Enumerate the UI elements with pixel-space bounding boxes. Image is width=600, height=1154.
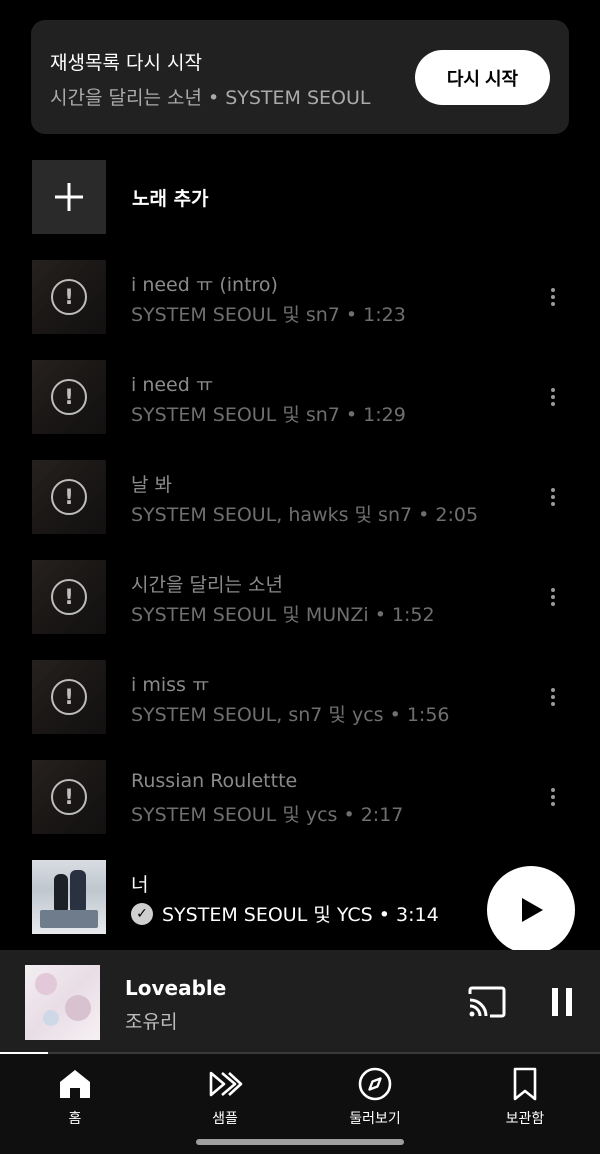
- song-title: i miss ㅠ: [131, 674, 210, 696]
- error-icon: !: [51, 579, 87, 615]
- mini-player-title: Loveable: [125, 976, 227, 1000]
- error-icon: !: [51, 379, 87, 415]
- add-song-label: 노래 추가: [132, 188, 209, 210]
- pause-icon[interactable]: [548, 986, 576, 1018]
- song-subtitle: SYSTEM SEOUL 및 sn7 • 1:29: [131, 404, 406, 426]
- home-icon: [60, 1070, 90, 1098]
- song-row[interactable]: 너 ✓ SYSTEM SEOUL 및 YCS • 3:14: [32, 860, 568, 934]
- song-row[interactable]: ! i need ㅠ SYSTEM SEOUL 및 sn7 • 1:29: [32, 360, 568, 434]
- mini-player-artist: 조유리: [125, 1011, 178, 1033]
- error-icon: !: [51, 479, 87, 515]
- nav-library[interactable]: 보관함: [450, 1066, 600, 1136]
- song-title: 시간을 달리는 소년: [131, 574, 283, 596]
- banner-title: 재생목록 다시 시작: [50, 52, 202, 74]
- song-title: 너: [131, 874, 149, 896]
- play-button[interactable]: [487, 866, 575, 954]
- song-subtitle: SYSTEM SEOUL 및 sn7 • 1:23: [131, 304, 406, 326]
- song-title: i need ㅠ: [131, 374, 214, 396]
- song-thumbnail: !: [32, 260, 106, 334]
- nav-home-label: 홈: [68, 1111, 82, 1127]
- more-options-icon[interactable]: [538, 282, 568, 312]
- song-thumbnail: [32, 860, 106, 934]
- nav-samples-label: 샘플: [212, 1111, 238, 1127]
- nav-explore-label: 둘러보기: [349, 1111, 401, 1127]
- check-badge-icon: ✓: [131, 902, 153, 925]
- nav-home[interactable]: 홈: [0, 1066, 150, 1136]
- song-thumbnail: !: [32, 460, 106, 534]
- song-row[interactable]: ! i miss ㅠ SYSTEM SEOUL, sn7 및 ycs • 1:5…: [32, 660, 568, 734]
- nav-library-label: 보관함: [505, 1111, 545, 1127]
- song-subtitle-text: SYSTEM SEOUL 및 YCS • 3:14: [162, 904, 439, 926]
- add-song-row[interactable]: 노래 추가: [32, 160, 568, 234]
- more-options-icon[interactable]: [538, 382, 568, 412]
- more-options-icon[interactable]: [538, 682, 568, 712]
- song-row[interactable]: ! Russian Roulettte SYSTEM SEOUL 및 ycs •…: [32, 760, 568, 834]
- restart-playlist-banner: 재생목록 다시 시작 시간을 달리는 소년 • SYSTEM SEOUL 다시 …: [31, 20, 569, 134]
- more-options-icon[interactable]: [538, 782, 568, 812]
- banner-subtitle: 시간을 달리는 소년 • SYSTEM SEOUL: [50, 87, 371, 109]
- song-subtitle: ✓ SYSTEM SEOUL 및 YCS • 3:14: [131, 900, 439, 927]
- error-icon: !: [51, 679, 87, 715]
- error-icon: !: [51, 279, 87, 315]
- song-title: Russian Roulettte: [131, 770, 298, 792]
- song-thumbnail: !: [32, 660, 106, 734]
- song-row[interactable]: ! 날 봐 SYSTEM SEOUL, hawks 및 sn7 • 2:05: [32, 460, 568, 534]
- song-subtitle: SYSTEM SEOUL, hawks 및 sn7 • 2:05: [131, 504, 479, 526]
- song-title: i need ㅠ (intro): [131, 274, 278, 296]
- system-home-indicator[interactable]: [196, 1139, 404, 1145]
- samples-icon: [209, 1071, 243, 1097]
- song-thumbnail: !: [32, 360, 106, 434]
- nav-samples[interactable]: 샘플: [150, 1066, 300, 1136]
- cast-icon[interactable]: [468, 986, 506, 1018]
- song-subtitle: SYSTEM SEOUL, sn7 및 ycs • 1:56: [131, 704, 450, 726]
- plus-icon: [55, 183, 83, 211]
- song-title: 날 봐: [131, 474, 172, 496]
- add-song-box: [32, 160, 106, 234]
- library-icon: [513, 1067, 537, 1101]
- song-thumbnail: !: [32, 560, 106, 634]
- play-icon: [522, 898, 543, 922]
- mini-player[interactable]: Loveable 조유리: [0, 950, 600, 1054]
- restart-button[interactable]: 다시 시작: [415, 50, 550, 105]
- error-icon: !: [51, 779, 87, 815]
- song-subtitle: SYSTEM SEOUL 및 ycs • 2:17: [131, 804, 404, 826]
- more-options-icon[interactable]: [538, 582, 568, 612]
- nav-explore[interactable]: 둘러보기: [300, 1066, 450, 1136]
- song-row[interactable]: ! 시간을 달리는 소년 SYSTEM SEOUL 및 MUNZi • 1:52: [32, 560, 568, 634]
- song-row[interactable]: ! i need ㅠ (intro) SYSTEM SEOUL 및 sn7 • …: [32, 260, 568, 334]
- song-subtitle: SYSTEM SEOUL 및 MUNZi • 1:52: [131, 604, 435, 626]
- more-options-icon[interactable]: [538, 482, 568, 512]
- explore-icon: [358, 1067, 392, 1101]
- song-thumbnail: !: [32, 760, 106, 834]
- album-art: [25, 965, 100, 1040]
